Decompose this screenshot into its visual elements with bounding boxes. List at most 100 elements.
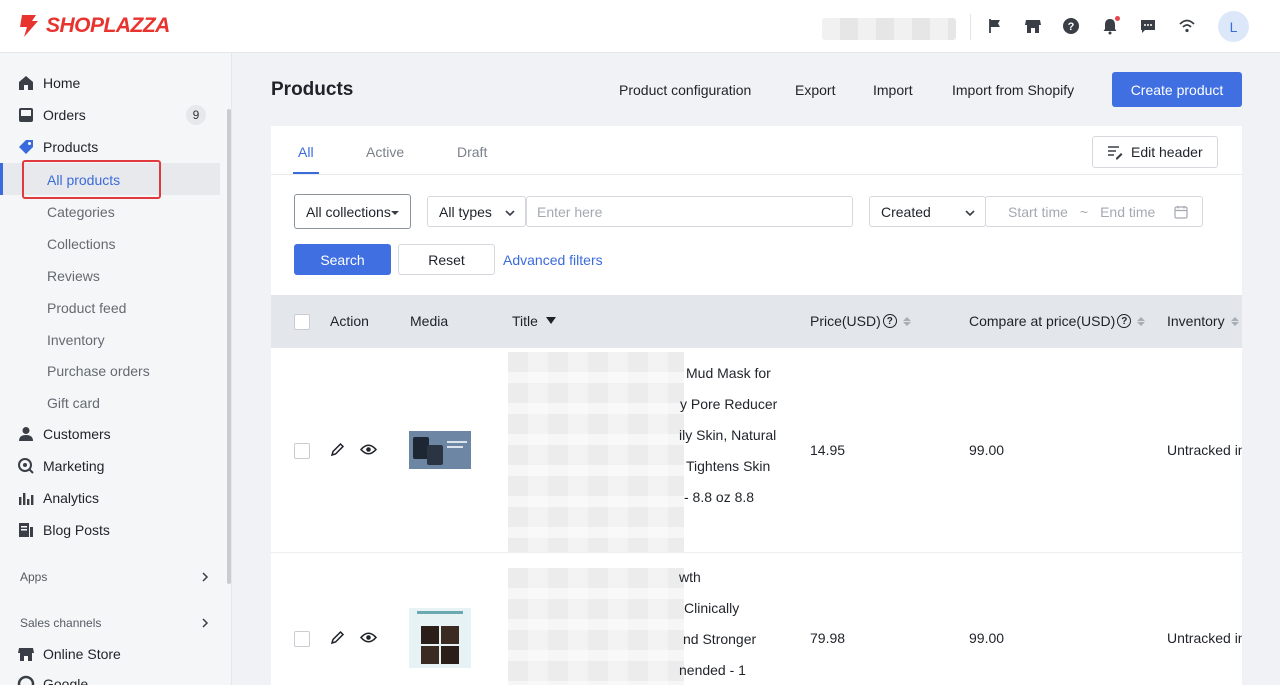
sub-item-inventory[interactable]: Inventory <box>47 332 105 348</box>
edit-icon[interactable] <box>330 442 345 457</box>
store-name-blurred[interactable] <box>822 18 956 40</box>
sidebar-item-marketing[interactable]: Marketing <box>0 451 220 481</box>
sidebar-item-label: Marketing <box>43 458 105 474</box>
column-compare-label: Compare at price(USD) <box>969 313 1116 329</box>
bell-icon[interactable] <box>1100 16 1120 36</box>
collections-select[interactable]: All collections <box>294 194 411 229</box>
end-time-placeholder[interactable]: End time <box>1100 204 1155 220</box>
create-product-button[interactable]: Create product <box>1112 72 1242 107</box>
product-title-line[interactable]: Mud Mask for <box>686 365 771 381</box>
sub-item-all-products[interactable]: All products <box>47 172 120 188</box>
import-button[interactable]: Import <box>873 82 913 98</box>
sidebar-item-online-store[interactable]: Online Store <box>0 639 220 669</box>
product-title-line[interactable]: wth <box>679 569 701 585</box>
product-title-line[interactable]: nended - 1 <box>679 662 746 678</box>
sidebar-item-label: Analytics <box>43 490 100 506</box>
sort-icon[interactable] <box>1230 316 1239 326</box>
chat-icon[interactable] <box>1138 16 1158 36</box>
inventory-cell: Untracked in <box>1167 442 1242 458</box>
edit-header-label: Edit header <box>1131 144 1203 160</box>
help-icon[interactable]: ? <box>882 314 897 328</box>
reset-button[interactable]: Reset <box>398 244 495 275</box>
types-select[interactable]: All types <box>427 196 526 227</box>
product-title-line[interactable]: Clinically <box>684 600 739 616</box>
shoplazza-logo-icon <box>20 15 38 37</box>
notification-dot <box>1115 16 1120 21</box>
wifi-icon[interactable] <box>1177 16 1197 36</box>
avatar[interactable]: L <box>1218 11 1249 42</box>
export-button[interactable]: Export <box>795 82 835 98</box>
column-title[interactable]: Title <box>512 313 556 329</box>
select-all-checkbox[interactable] <box>294 314 310 330</box>
sidebar: Home Orders 9 Products All products Cate… <box>0 53 232 685</box>
product-title-line[interactable]: ily Skin, Natural <box>679 427 776 443</box>
store-icon[interactable] <box>1023 16 1043 36</box>
chevron-right-icon[interactable] <box>200 618 210 628</box>
help-icon[interactable]: ? <box>1061 16 1081 36</box>
sidebar-item-blog-posts[interactable]: Blog Posts <box>0 515 220 545</box>
google-icon <box>17 675 35 685</box>
chevron-right-icon[interactable] <box>200 572 210 582</box>
row-checkbox[interactable] <box>294 443 310 459</box>
sort-icon[interactable] <box>1137 316 1146 326</box>
sidebar-item-label: Home <box>43 75 81 91</box>
eye-icon[interactable] <box>360 443 377 456</box>
sub-item-reviews[interactable]: Reviews <box>47 268 100 284</box>
flag-icon[interactable] <box>985 16 1005 36</box>
brand-name: SHOPLAZZA <box>46 14 170 37</box>
sidebar-item-products[interactable]: Products <box>0 132 220 162</box>
date-type-value: Created <box>881 203 931 220</box>
tab-draft[interactable]: Draft <box>457 144 487 160</box>
price-cell: 14.95 <box>810 442 846 458</box>
sub-item-collections[interactable]: Collections <box>47 236 115 252</box>
brand-logo[interactable]: SHOPLAZZA <box>18 13 170 39</box>
product-title-line[interactable]: Tightens Skin <box>686 458 770 474</box>
sub-item-purchase-orders[interactable]: Purchase orders <box>47 363 150 379</box>
tab-active[interactable]: Active <box>366 144 404 160</box>
row-checkbox[interactable] <box>294 631 310 647</box>
topbar-divider <box>970 14 971 40</box>
tab-all[interactable]: All <box>298 144 314 160</box>
sidebar-item-customers[interactable]: Customers <box>0 419 220 449</box>
import-from-shopify-button[interactable]: Import from Shopify <box>952 82 1074 98</box>
sub-item-product-feed[interactable]: Product feed <box>47 300 126 316</box>
analytics-icon <box>19 493 34 505</box>
product-image-2[interactable] <box>409 608 471 668</box>
product-title-line[interactable]: nd Stronger <box>683 631 756 647</box>
svg-text:?: ? <box>1068 21 1075 33</box>
types-select-value: All types <box>439 203 492 220</box>
sort-desc-icon[interactable] <box>545 317 556 325</box>
date-range-picker[interactable]: Start time ~ End time <box>985 196 1203 227</box>
advanced-filters-link[interactable]: Advanced filters <box>503 252 603 268</box>
edit-header-button[interactable]: Edit header <box>1092 136 1218 168</box>
edit-icon[interactable] <box>330 630 345 645</box>
search-input[interactable]: Enter here <box>526 196 853 227</box>
sidebar-item-analytics[interactable]: Analytics <box>0 483 220 513</box>
sidebar-item-home[interactable]: Home <box>0 68 220 98</box>
sub-item-categories[interactable]: Categories <box>47 204 115 220</box>
product-title-line[interactable]: y Pore Reducer <box>680 396 777 412</box>
sidebar-scrollbar[interactable] <box>227 109 231 584</box>
section-apps[interactable]: Apps <box>20 570 47 584</box>
sidebar-item-label: Orders <box>43 107 86 123</box>
product-image-1[interactable] <box>409 431 471 469</box>
sort-icon[interactable] <box>902 316 911 326</box>
eye-icon[interactable] <box>360 631 377 644</box>
date-type-select[interactable]: Created <box>869 196 986 227</box>
column-inventory[interactable]: Inventory <box>1167 313 1239 329</box>
start-time-placeholder[interactable]: Start time <box>1008 204 1068 220</box>
help-icon[interactable]: ? <box>1117 314 1132 328</box>
product-configuration-button[interactable]: Product configuration <box>619 82 751 98</box>
section-sales-channels[interactable]: Sales channels <box>20 616 101 630</box>
date-range-separator: ~ <box>1079 203 1089 220</box>
product-title-line[interactable]: - 8.8 oz 8.8 <box>684 489 754 505</box>
top-bar: SHOPLAZZA ? L <box>0 0 1280 53</box>
sidebar-item-orders[interactable]: Orders 9 <box>0 100 220 130</box>
sub-item-gift-card[interactable]: Gift card <box>47 395 100 411</box>
search-button[interactable]: Search <box>294 244 391 275</box>
sidebar-item-google[interactable]: Google <box>0 669 220 685</box>
inventory-cell: Untracked in <box>1167 630 1242 646</box>
row-divider <box>271 552 1242 553</box>
column-compare-price[interactable]: Compare at price(USD) ? <box>969 313 1146 329</box>
column-price[interactable]: Price(USD) ? <box>810 313 911 329</box>
